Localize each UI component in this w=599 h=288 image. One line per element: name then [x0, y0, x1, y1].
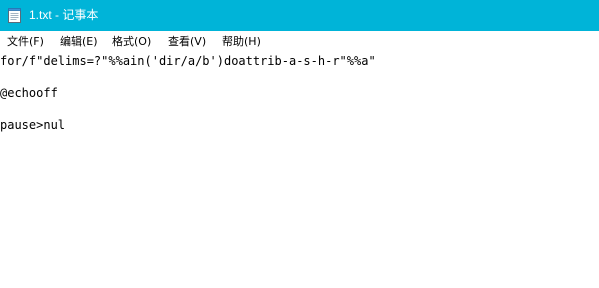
- editor-line-1: for/f"delims=?"%%ain('dir/a/b')doattrib-…: [0, 54, 376, 68]
- menu-format[interactable]: 格式(O): [112, 34, 151, 49]
- notepad-icon: [8, 8, 21, 23]
- menu-file[interactable]: 文件(F): [7, 34, 44, 49]
- notepad-window: 1.txt - 记事本 文件(F) 编辑(E) 格式(O) 查看(V) 帮助(H…: [0, 0, 599, 288]
- editor-line-5: pause>nul: [0, 118, 66, 132]
- menu-edit[interactable]: 编辑(E): [60, 34, 98, 49]
- window-title: 1.txt - 记事本: [29, 8, 99, 22]
- menu-view[interactable]: 查看(V): [168, 34, 206, 49]
- editor-line-3: @echooff: [0, 86, 58, 100]
- title-bar[interactable]: 1.txt - 记事本: [0, 0, 599, 31]
- menu-help[interactable]: 帮助(H): [222, 34, 261, 49]
- text-editor-area[interactable]: for/f"delims=?"%%ain('dir/a/b')doattrib-…: [0, 51, 599, 288]
- menu-bar: 文件(F) 编辑(E) 格式(O) 查看(V) 帮助(H): [0, 31, 599, 51]
